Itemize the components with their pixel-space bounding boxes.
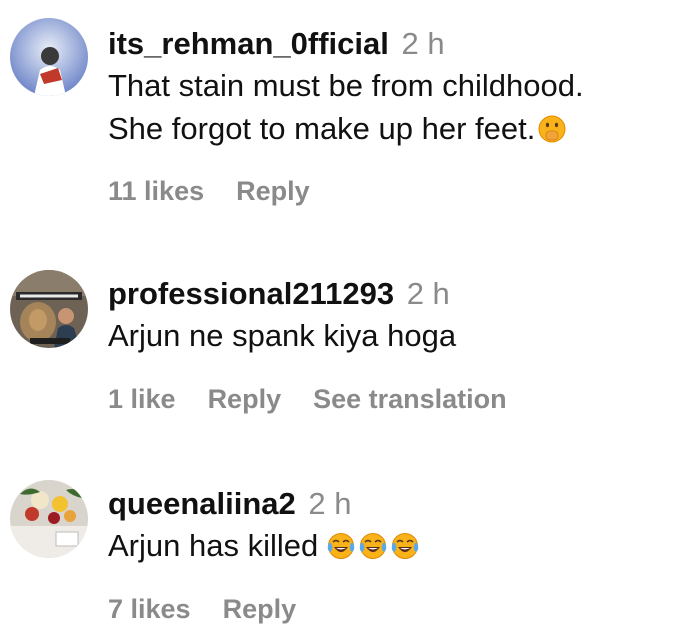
- comment-header: queenaliina2 2 h: [108, 484, 690, 524]
- avatar-image: [10, 480, 88, 558]
- reply-button[interactable]: Reply: [223, 594, 297, 624]
- comment-text: Arjun ne spank kiya hoga: [108, 314, 690, 357]
- comment-item: its_rehman_0fficial 2 h That stain must …: [0, 0, 700, 210]
- comment-item: professional211293 2 h Arjun ne spank ki…: [0, 210, 700, 430]
- comment-line: Arjun has killed: [108, 528, 319, 563]
- avatar-image: [10, 270, 88, 348]
- timestamp: 2 h: [401, 26, 445, 61]
- avatar[interactable]: [10, 18, 88, 96]
- comment-line-last: She forgot to make up her feet.: [108, 107, 690, 150]
- comment-actions: 7 likes Reply: [108, 594, 328, 625]
- likes-count[interactable]: 11 likes: [108, 176, 204, 206]
- comment-text: Arjun has killed: [108, 524, 690, 567]
- comment-header: its_rehman_0fficial 2 h: [108, 24, 690, 64]
- tears-of-joy-icon: [359, 533, 387, 559]
- comment-text: That stain must be from childhood. She f…: [108, 64, 690, 150]
- shushing-face-icon: [538, 115, 566, 143]
- comment-actions: 11 likes Reply: [108, 176, 342, 207]
- username-link[interactable]: its_rehman_0fficial: [108, 26, 389, 61]
- comment-line: Arjun ne spank kiya hoga: [108, 318, 457, 353]
- likes-count[interactable]: 7 likes: [108, 594, 191, 624]
- likes-count[interactable]: 1 like: [108, 384, 176, 414]
- comment-header: professional211293 2 h: [108, 274, 690, 314]
- reply-button[interactable]: Reply: [208, 384, 282, 414]
- comment-line-last: Arjun has killed: [108, 524, 690, 567]
- comment-actions: 1 like Reply See translation: [108, 384, 539, 415]
- see-translation-button[interactable]: See translation: [313, 384, 507, 414]
- comment-line: That stain must be from childhood.: [108, 68, 584, 103]
- comment-item: queenaliina2 2 h Arjun has killed 7 like…: [0, 430, 700, 637]
- comment-line: She forgot to make up her feet.: [108, 111, 536, 146]
- tears-of-joy-icon: [391, 533, 419, 559]
- avatar-image: [10, 18, 88, 96]
- tears-of-joy-icon: [327, 533, 355, 559]
- username-link[interactable]: queenaliina2: [108, 486, 296, 521]
- timestamp: 2 h: [308, 486, 352, 521]
- avatar[interactable]: [10, 480, 88, 558]
- avatar[interactable]: [10, 270, 88, 348]
- reply-button[interactable]: Reply: [236, 176, 310, 206]
- timestamp: 2 h: [406, 276, 450, 311]
- username-link[interactable]: professional211293: [108, 276, 394, 311]
